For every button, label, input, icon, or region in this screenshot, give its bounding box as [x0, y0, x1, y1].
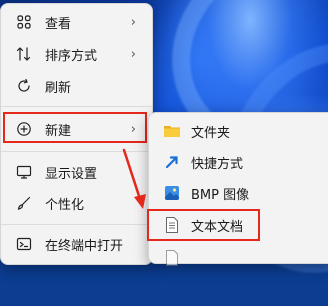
new-submenu: 文件夹 快捷方式 BMP 图像 文本文档 — [148, 112, 328, 266]
terminal-icon — [15, 235, 33, 253]
menu-item-sort[interactable]: 排序方式 › — [5, 39, 148, 69]
menu-item-view[interactable]: 查看 › — [5, 7, 148, 37]
submenu-item-partial[interactable] — [153, 243, 328, 273]
menu-item-label: 查看 — [45, 16, 72, 32]
submenu-item-label: BMP 图像 — [191, 187, 250, 203]
menu-separator — [1, 224, 152, 225]
submenu-item-shortcut[interactable]: 快捷方式 — [153, 147, 328, 177]
menu-item-label: 显示设置 — [45, 166, 98, 182]
sort-icon — [15, 45, 33, 63]
menu-separator — [1, 106, 152, 107]
menu-item-label: 排序方式 — [45, 48, 98, 64]
image-icon — [163, 184, 181, 202]
annotation-box-text-document — [147, 209, 260, 241]
display-icon — [15, 163, 33, 181]
file-icon — [163, 249, 181, 267]
menu-item-label: 刷新 — [45, 80, 72, 96]
menu-separator — [1, 151, 152, 152]
menu-item-label: 在终端中打开 — [45, 238, 124, 254]
submenu-item-bmp-image[interactable]: BMP 图像 — [153, 178, 328, 208]
menu-item-refresh[interactable]: 刷新 — [5, 71, 148, 101]
menu-item-open-terminal[interactable]: 在终端中打开 — [5, 229, 148, 259]
shortcut-icon — [163, 153, 181, 171]
folder-icon — [163, 122, 181, 140]
brush-icon — [15, 194, 33, 212]
submenu-item-folder[interactable]: 文件夹 — [153, 116, 328, 146]
chevron-right-icon: › — [130, 46, 136, 62]
submenu-item-label: 快捷方式 — [191, 156, 244, 172]
menu-item-display-settings[interactable]: 显示设置 — [5, 157, 148, 187]
chevron-right-icon: › — [130, 14, 136, 30]
menu-item-personalize[interactable]: 个性化 — [5, 188, 148, 218]
menu-item-label: 个性化 — [45, 197, 85, 213]
grid-icon — [15, 13, 33, 31]
annotation-box-new — [3, 112, 147, 143]
refresh-icon — [15, 77, 33, 95]
submenu-item-label: 文件夹 — [191, 125, 231, 141]
